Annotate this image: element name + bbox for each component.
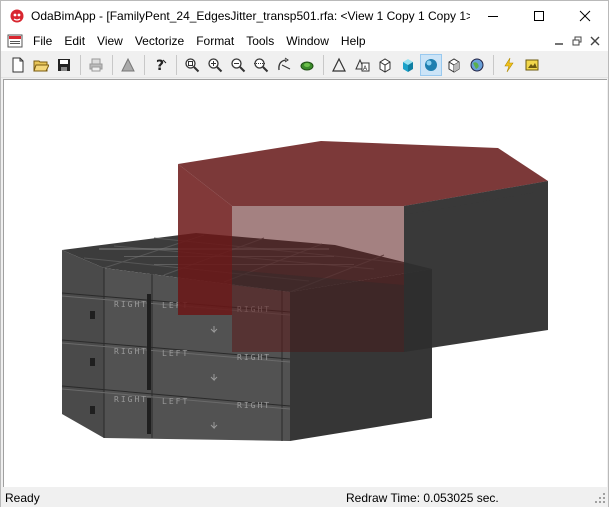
close-icon (590, 36, 600, 46)
document-icon[interactable] (7, 33, 23, 49)
menu-format[interactable]: Format (190, 31, 240, 51)
save-icon[interactable] (53, 54, 75, 76)
maximize-icon (534, 11, 544, 21)
hidden-line-icon[interactable]: A (351, 54, 373, 76)
label-right-5: RIGHT (114, 395, 148, 404)
resize-grip-icon[interactable] (594, 492, 606, 504)
model-viewport[interactable]: RIGHT LEFT RIGHT RIGHT LEFT RIGHT RIGHT … (3, 79, 607, 487)
open-icon[interactable] (30, 54, 52, 76)
toolbar-separator (144, 54, 145, 75)
orbit-icon[interactable] (273, 54, 295, 76)
close-button[interactable] (562, 1, 608, 31)
label-left-3: LEFT (162, 397, 189, 406)
minimize-icon (555, 43, 563, 45)
image-icon[interactable] (521, 54, 543, 76)
toolbar-separator (323, 54, 324, 75)
menu-tools[interactable]: Tools (240, 31, 280, 51)
close-icon (579, 10, 591, 22)
help-icon[interactable]: ? (149, 54, 171, 76)
smooth-shaded-icon[interactable] (420, 53, 442, 76)
label-right-4: RIGHT (237, 353, 271, 362)
model-canvas[interactable]: RIGHT LEFT RIGHT RIGHT LEFT RIGHT RIGHT … (4, 80, 607, 487)
menu-edit[interactable]: Edit (58, 31, 91, 51)
app-logo-icon (9, 8, 25, 24)
mdi-controls (550, 33, 604, 49)
toolbar: ? A (1, 52, 608, 78)
menu-file[interactable]: File (27, 31, 58, 51)
mdi-restore-button[interactable] (568, 33, 586, 49)
gouraud-shaded-icon[interactable] (397, 54, 419, 76)
print-icon[interactable] (85, 54, 107, 76)
flat-shaded-icon[interactable] (374, 54, 396, 76)
zoom-window-icon[interactable] (250, 54, 272, 76)
minimize-icon (488, 16, 498, 17)
box-icon[interactable] (443, 54, 465, 76)
label-right-6: RIGHT (237, 401, 271, 410)
restore-icon (572, 36, 582, 46)
redraw-time: Redraw Time: 0.053025 sec. (346, 490, 499, 505)
title-bar[interactable]: OdaBimApp - [FamilyPent_24_EdgesJitter_t… (1, 1, 608, 31)
zoom-in-icon[interactable] (204, 54, 226, 76)
mdi-close-button[interactable] (586, 33, 604, 49)
toolbar-separator (176, 54, 177, 75)
toolbar-separator (493, 54, 494, 75)
toolbar-separator (80, 54, 81, 75)
zoom-out-icon[interactable] (227, 54, 249, 76)
minimize-button[interactable] (470, 1, 516, 31)
globe-icon[interactable] (466, 54, 488, 76)
render-icon[interactable] (117, 54, 139, 76)
label-right-3: RIGHT (114, 347, 148, 356)
new-icon[interactable] (7, 54, 29, 76)
menu-window[interactable]: Window (280, 31, 335, 51)
app-window: OdaBimApp - [FamilyPent_24_EdgesJitter_t… (0, 0, 609, 507)
wireframe-icon[interactable] (328, 54, 350, 76)
menu-vectorize[interactable]: Vectorize (129, 31, 190, 51)
pan-icon[interactable] (296, 54, 318, 76)
label-left-2: LEFT (162, 349, 189, 358)
lightning-icon[interactable] (498, 54, 520, 76)
toolbar-separator (112, 54, 113, 75)
status-text: Ready (5, 490, 40, 505)
menu-view[interactable]: View (91, 31, 129, 51)
status-bar: Ready Redraw Time: 0.053025 sec. (1, 488, 608, 507)
zoom-extents-icon[interactable] (181, 54, 203, 76)
menu-help[interactable]: Help (335, 31, 372, 51)
maximize-button[interactable] (516, 1, 562, 31)
mdi-minimize-button[interactable] (550, 33, 568, 49)
window-title: OdaBimApp - [FamilyPent_24_EdgesJitter_t… (31, 9, 470, 23)
menu-bar: File Edit View Vectorize Format Tools Wi… (1, 31, 608, 51)
label-right-1: RIGHT (114, 300, 148, 309)
